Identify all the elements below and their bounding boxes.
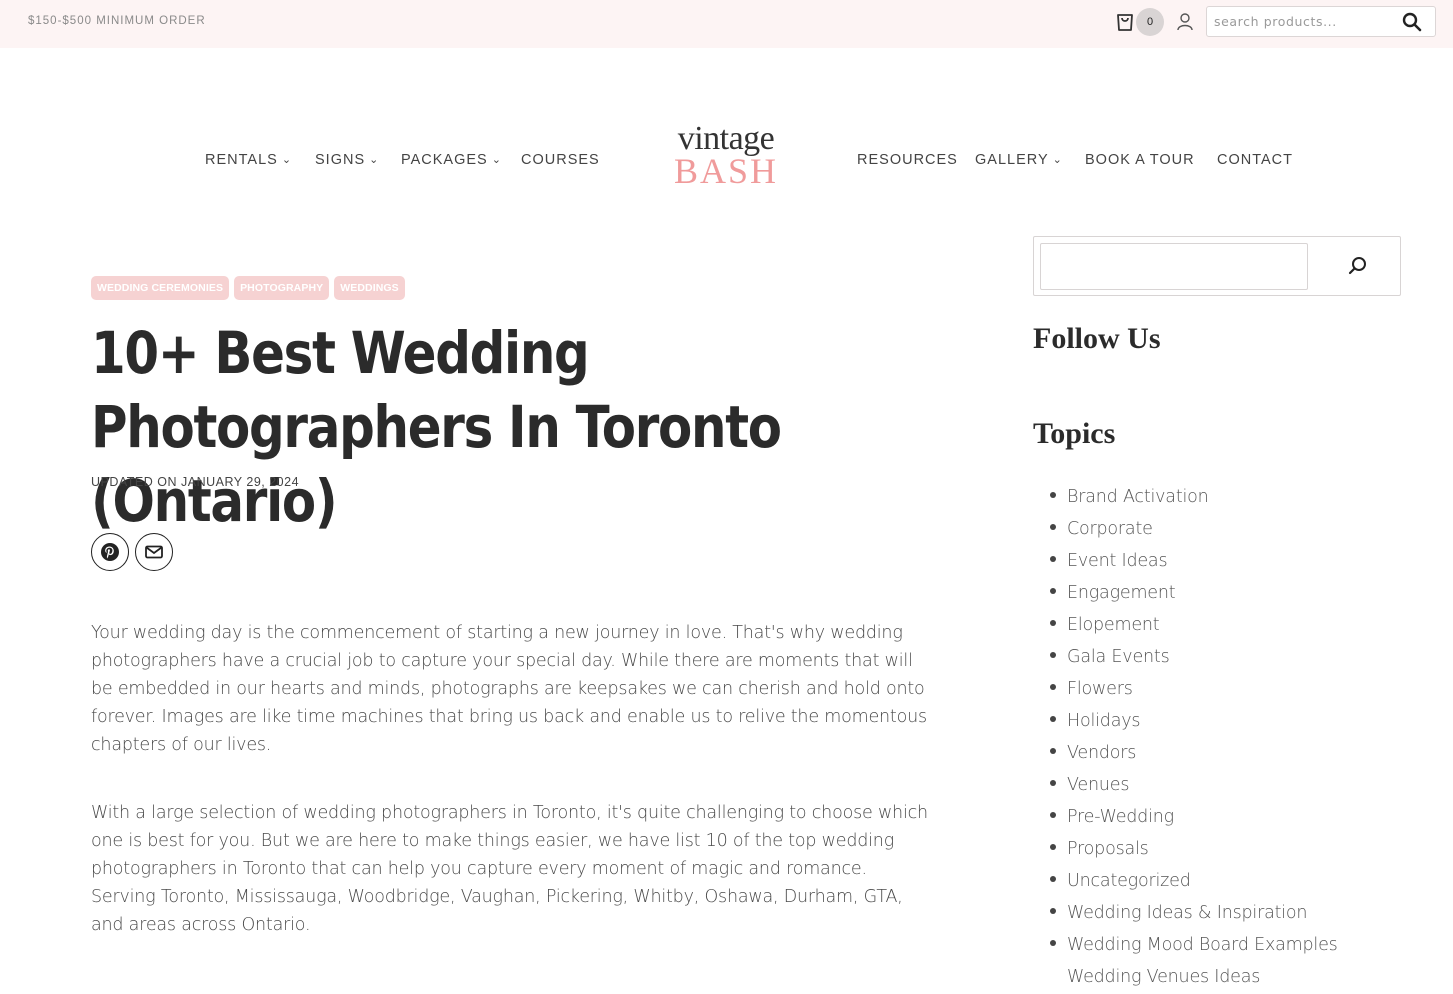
logo-line-2: BASH — [673, 151, 779, 191]
topic-link[interactable]: Holidays — [1067, 711, 1140, 731]
article-paragraph-1: Your wedding day is the commencement of … — [91, 623, 927, 755]
topic-link[interactable]: Gala Events — [1067, 647, 1170, 667]
share-pinterest-button[interactable] — [91, 533, 129, 571]
bullet-icon — [1050, 556, 1056, 562]
bullet-icon — [1050, 652, 1056, 658]
topic-link[interactable]: Proposals — [1067, 839, 1149, 859]
article-title: 10+ Best Wedding Photographers In Toront… — [91, 319, 782, 535]
tag-weddings[interactable]: WEDDINGS — [334, 276, 405, 300]
updated-date: UPDATED ON JANUARY 29, 2024 — [91, 475, 300, 489]
pinterest-icon — [101, 543, 119, 561]
nav-packages[interactable]: PACKAGES ⌄ — [401, 152, 502, 168]
topic-link[interactable]: Event Ideas — [1067, 551, 1168, 571]
topic-link[interactable]: Flowers — [1067, 679, 1133, 699]
nav-rentals-label: RENTALS — [205, 152, 278, 168]
topic-item[interactable]: Proposals — [1050, 834, 1338, 866]
topic-item[interactable]: Gala Events — [1050, 642, 1338, 674]
topic-link[interactable]: Wedding Ideas & Inspiration — [1067, 903, 1308, 923]
bullet-icon — [1050, 684, 1056, 690]
chevron-down-icon: ⌄ — [491, 154, 502, 166]
nav-resources[interactable]: RESOURCES — [857, 152, 958, 168]
topic-link[interactable]: Wedding Mood Board Examples — [1067, 935, 1338, 955]
topic-item[interactable]: Flowers — [1050, 674, 1338, 706]
topic-item[interactable]: Elopement — [1050, 610, 1338, 642]
top-bar: $150-$500 MINIMUM ORDER 0 — [0, 0, 1453, 48]
nav-contact[interactable]: CONTACT — [1217, 152, 1293, 168]
share-email-button[interactable] — [135, 533, 173, 571]
bullet-icon — [1050, 908, 1056, 914]
nav-resources-label: RESOURCES — [857, 152, 958, 168]
product-search-input[interactable] — [1207, 7, 1387, 36]
chevron-down-icon: ⌄ — [281, 154, 293, 166]
topic-link[interactable]: Corporate — [1067, 519, 1153, 539]
topic-item[interactable]: Event Ideas — [1050, 546, 1338, 578]
nav-book-a-tour[interactable]: BOOK A TOUR — [1085, 152, 1195, 168]
topics-title: Topics — [1033, 417, 1116, 450]
topic-item[interactable]: Corporate — [1050, 514, 1338, 546]
topic-item[interactable]: Wedding Venues Ideas — [1050, 962, 1338, 994]
site-logo[interactable]: vintage BASH — [660, 122, 792, 192]
product-search-box — [1206, 6, 1436, 37]
bullet-icon — [1050, 524, 1056, 530]
nav-book-a-tour-label: BOOK A TOUR — [1085, 152, 1195, 168]
bullet-icon — [1050, 588, 1056, 594]
minimum-order-notice: $150-$500 MINIMUM ORDER — [28, 15, 206, 27]
bullet-icon — [1050, 620, 1056, 626]
chevron-down-icon: ⌄ — [369, 154, 380, 166]
topic-item[interactable]: Engagement — [1050, 578, 1338, 610]
nav-gallery[interactable]: GALLERY ⌄ — [975, 152, 1063, 168]
topic-item[interactable]: Wedding Mood Board Examples — [1050, 930, 1338, 962]
topic-link[interactable]: Pre-Wedding — [1067, 807, 1174, 827]
tag-photography[interactable]: PHOTOGRAPHY — [234, 276, 330, 300]
topic-item[interactable]: Pre-Wedding — [1050, 802, 1338, 834]
bullet-icon — [1050, 812, 1056, 818]
bullet-icon — [1050, 876, 1056, 882]
bullet-icon — [1050, 748, 1056, 754]
topic-link[interactable]: Brand Activation — [1067, 487, 1209, 507]
email-icon — [145, 545, 163, 559]
nav-signs-label: SIGNS — [315, 152, 366, 168]
topic-link[interactable]: Elopement — [1067, 615, 1160, 635]
cart-icon[interactable] — [1114, 9, 1136, 33]
bullet-icon — [1050, 844, 1056, 850]
topic-link[interactable]: Uncategorized — [1067, 871, 1191, 891]
article-paragraph-2: With a large selection of wedding photog… — [91, 803, 928, 935]
search-icon[interactable] — [1401, 11, 1423, 33]
chevron-down-icon: ⌄ — [1052, 154, 1063, 166]
nav-courses-label: COURSES — [521, 152, 600, 168]
bullet-icon — [1050, 716, 1056, 722]
topic-link[interactable]: Engagement — [1067, 583, 1176, 603]
tag-wedding-ceremonies[interactable]: WEDDING CEREMONIES — [91, 276, 230, 300]
search-icon[interactable] — [1347, 255, 1369, 277]
topic-item[interactable]: Venues — [1050, 770, 1338, 802]
nav-packages-label: PACKAGES — [401, 152, 488, 168]
follow-us-title: Follow Us — [1033, 322, 1161, 355]
topic-link[interactable]: Venues — [1067, 775, 1129, 795]
topic-item[interactable]: Uncategorized — [1050, 866, 1338, 898]
nav-contact-label: CONTACT — [1217, 152, 1294, 168]
topic-item[interactable]: Wedding Ideas & Inspiration — [1050, 898, 1338, 930]
nav-gallery-label: GALLERY — [975, 152, 1049, 168]
topic-item[interactable]: Vendors — [1050, 738, 1338, 770]
account-icon[interactable] — [1176, 12, 1194, 32]
topic-link[interactable]: Wedding Venues Ideas — [1067, 967, 1260, 987]
bullet-icon — [1050, 940, 1056, 946]
nav-rentals[interactable]: RENTALS ⌄ — [205, 152, 292, 168]
nav-signs[interactable]: SIGNS ⌄ — [315, 152, 379, 168]
topics-list: Brand Activation Corporate Event Ideas E… — [1050, 482, 1338, 994]
topic-item[interactable]: Brand Activation — [1050, 482, 1338, 514]
topic-item[interactable]: Holidays — [1050, 706, 1338, 738]
bullet-icon — [1050, 780, 1056, 786]
cart-count-badge[interactable]: 0 — [1136, 8, 1164, 36]
sidebar-search-box — [1033, 236, 1401, 296]
category-tags: WEDDING CEREMONIES PHOTOGRAPHY WEDDINGS — [91, 276, 410, 300]
bullet-icon — [1050, 492, 1056, 498]
nav-courses[interactable]: COURSES — [521, 152, 600, 168]
topic-link[interactable]: Vendors — [1067, 743, 1136, 763]
sidebar-search-input[interactable] — [1040, 243, 1308, 290]
